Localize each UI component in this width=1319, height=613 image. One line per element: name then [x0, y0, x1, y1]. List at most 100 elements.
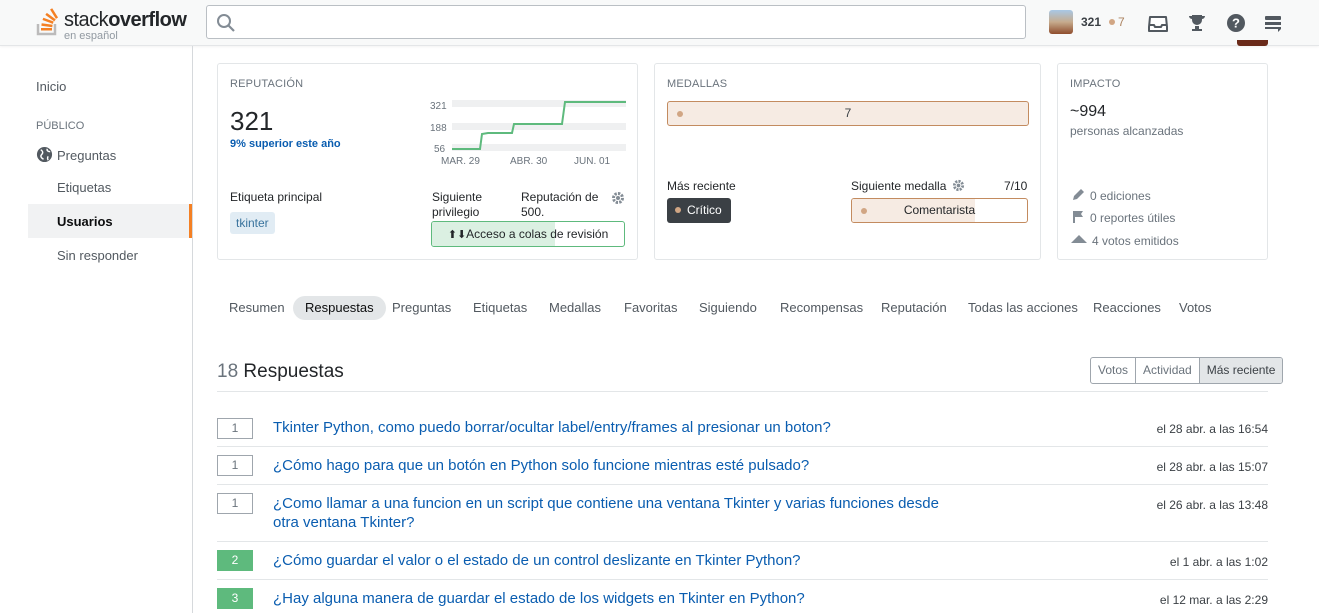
upvote-icon	[1071, 235, 1087, 243]
reputation-card: REPUTACIÓN 321 9% superior este año 321 …	[217, 63, 638, 260]
tab-following[interactable]: Siguiendo	[699, 296, 757, 320]
header-reputation[interactable]: 321	[1081, 15, 1101, 29]
answer-date: el 28 abr. a las 15:07	[1156, 460, 1268, 474]
chart-x-label: ABR. 30	[510, 156, 548, 167]
answer-title-link[interactable]: Tkinter Python, como puedo borrar/oculta…	[273, 418, 953, 437]
flag-icon	[1073, 211, 1083, 223]
impact-card: IMPACTO ~994 personas alcanzadas 0 edici…	[1057, 63, 1268, 260]
tab-badges[interactable]: Medallas	[549, 296, 601, 320]
search-box[interactable]	[206, 5, 1026, 39]
edits-stat: 0 ediciones	[1071, 188, 1151, 203]
tab-bounties[interactable]: Recompensas	[780, 296, 863, 320]
badges-card: MEDALLAS 7 Más reciente Crítico Siguient…	[654, 63, 1041, 260]
sidebar-item-unanswered[interactable]: Sin responder	[57, 248, 138, 263]
answer-title-link[interactable]: ¿Hay alguna manera de guardar el estado …	[273, 589, 953, 608]
tab-favorites[interactable]: Favoritas	[624, 296, 677, 320]
answers-sort-group: Votos Actividad Más reciente	[1090, 357, 1284, 384]
tab-answers[interactable]: Respuestas	[293, 296, 386, 320]
main-tag[interactable]: tkinter	[230, 212, 275, 234]
bronze-badge-icon	[1109, 19, 1115, 25]
gear-icon[interactable]	[611, 191, 625, 205]
next-privilege-name: Acceso a colas de revisión	[466, 227, 609, 241]
sidebar-item-label: Preguntas	[57, 148, 117, 163]
reputation-chart: 321 188 56 MAR. 29 ABR. 30 JUN. 01	[430, 100, 626, 167]
logo-subtitle: en español	[64, 30, 118, 42]
answer-title-link[interactable]: ¿Cómo hago para que un botón en Python s…	[273, 456, 953, 475]
answer-date: el 12 mar. a las 2:29	[1159, 593, 1268, 607]
help-icon[interactable]: ?	[1225, 12, 1247, 34]
sidebar-section-public: PÚBLICO	[36, 120, 85, 132]
sidebar-item-home[interactable]: Inicio	[36, 79, 66, 94]
top-bar: stackoverflow en español 321 7 ?	[0, 0, 1319, 46]
answer-title-link[interactable]: ¿Como llamar a una funcion en un script …	[273, 494, 953, 532]
divider	[217, 391, 1268, 392]
flags-stat: 0 reportes útiles	[1071, 210, 1175, 225]
pencil-icon	[1073, 189, 1084, 200]
reputation-percentile[interactable]: 9% superior este año	[230, 138, 341, 150]
search-input[interactable]	[243, 12, 1013, 32]
answer-date: el 26 abr. a las 13:48	[1156, 498, 1268, 512]
profile-button-edge	[1237, 40, 1268, 46]
next-badge-bar[interactable]: Comentarista	[851, 198, 1028, 223]
people-reached: ~994	[1070, 103, 1107, 120]
trophy-icon[interactable]	[1186, 12, 1208, 34]
sidebar-item-questions[interactable]: Preguntas	[36, 146, 116, 163]
avatar[interactable]	[1049, 10, 1073, 34]
chart-y-label: 321	[430, 101, 447, 112]
answer-score: 1	[217, 418, 253, 439]
tab-votes[interactable]: Votos	[1179, 296, 1212, 320]
sort-activity[interactable]: Actividad	[1136, 358, 1200, 383]
chart-y-label: 56	[434, 144, 446, 155]
search-icon	[217, 14, 235, 32]
answers-heading: 18 Respuestas	[217, 361, 344, 382]
svg-text:?: ?	[1232, 16, 1240, 31]
chart-x-label: JUN. 01	[574, 156, 611, 167]
divider	[217, 541, 1268, 542]
badges-heading: MEDALLAS	[667, 78, 728, 90]
header-bronze-badges[interactable]: 7	[1109, 15, 1125, 29]
sidebar-item-tags[interactable]: Etiquetas	[57, 180, 111, 195]
bronze-badge-total[interactable]: 7	[667, 101, 1029, 126]
answer-score: 1	[217, 455, 253, 476]
tab-all-actions[interactable]: Todas las acciones	[968, 296, 1078, 320]
answer-score-accepted: 2	[217, 550, 253, 571]
next-privilege-progress[interactable]: ⬆︎⬇︎Acceso a colas de revisión	[431, 221, 625, 247]
tab-questions[interactable]: Preguntas	[392, 296, 451, 320]
chart-y-label: 188	[430, 123, 447, 134]
reputation-value: 321	[230, 106, 274, 136]
inbox-icon[interactable]	[1147, 12, 1169, 34]
sort-votes[interactable]: Votos	[1091, 358, 1137, 383]
globe-icon	[36, 146, 53, 163]
answer-score: 1	[217, 493, 253, 514]
tab-reputation[interactable]: Reputación	[881, 296, 947, 320]
site-switcher-icon[interactable]	[1262, 12, 1284, 34]
tab-tags[interactable]: Etiquetas	[473, 296, 527, 320]
review-queue-icon: ⬆︎⬇︎	[447, 229, 467, 241]
sort-newest[interactable]: Más reciente	[1199, 358, 1283, 383]
chart-x-label: MAR. 29	[441, 156, 480, 167]
answer-date: el 1 abr. a las 1:02	[1169, 555, 1268, 569]
gear-icon[interactable]	[952, 179, 965, 192]
bronze-badge-icon	[675, 207, 681, 213]
bronze-badge-icon	[677, 111, 683, 117]
next-privilege-rep: Reputación de 500.	[521, 190, 599, 219]
stack-icon	[36, 8, 59, 36]
sidebar-item-users[interactable]: Usuarios	[28, 204, 192, 238]
answer-date: el 28 abr. a las 16:54	[1156, 422, 1268, 436]
recent-badge-label: Más reciente	[667, 179, 736, 193]
next-privilege-label: Siguiente privilegio	[432, 190, 483, 219]
next-badge-name: Comentarista	[903, 203, 976, 217]
reputation-heading: REPUTACIÓN	[230, 78, 304, 90]
next-badge-progress: 7/10	[1004, 179, 1028, 193]
tab-summary[interactable]: Resumen	[229, 296, 285, 320]
answer-title-link[interactable]: ¿Cómo guardar el valor o el estado de un…	[273, 551, 953, 570]
people-reached-label: personas alcanzadas	[1070, 124, 1184, 138]
main-tag-label: Etiqueta principal	[230, 190, 323, 204]
divider	[217, 484, 1268, 485]
left-sidebar: Inicio PÚBLICO Preguntas Etiquetas Usuar…	[0, 46, 193, 613]
site-logo[interactable]: stackoverflow en español	[34, 4, 194, 42]
next-badge-label: Siguiente medalla	[851, 179, 965, 193]
votes-stat: 4 votos emitidos	[1071, 232, 1179, 248]
tab-reactions[interactable]: Reacciones	[1093, 296, 1161, 320]
recent-badge[interactable]: Crítico	[667, 198, 731, 223]
